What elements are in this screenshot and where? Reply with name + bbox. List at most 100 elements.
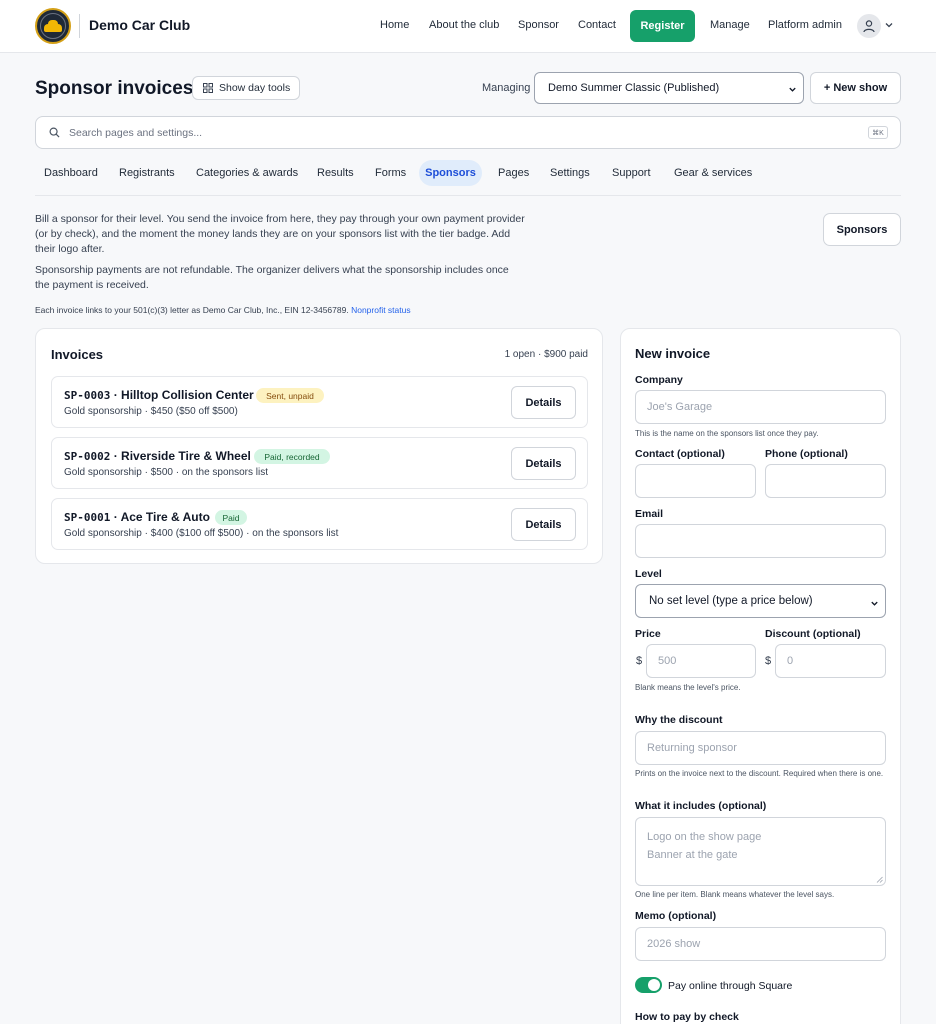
phone-input[interactable] [765, 464, 886, 498]
invoices-summary: 1 open · $900 paid [504, 349, 588, 360]
discount-input[interactable]: 0 [775, 644, 886, 678]
nav-contact[interactable]: Contact [578, 19, 616, 31]
nav-about[interactable]: About the club [429, 19, 499, 31]
company-help: This is the name on the sponsors list on… [635, 429, 819, 438]
search-input[interactable]: Search pages and settings... [69, 127, 202, 139]
contact-label: Contact (optional) [635, 448, 725, 460]
show-day-tools-label: Show day tools [219, 82, 291, 94]
page-title: Sponsor invoices [35, 78, 194, 99]
invoice-company: Riverside Tire & Wheel [121, 449, 251, 463]
nav-sponsor[interactable]: Sponsor [518, 19, 559, 31]
search-bar[interactable]: Search pages and settings... ⌘K [35, 116, 901, 149]
tab-forms[interactable]: Forms [375, 167, 406, 179]
show-select-value: Demo Summer Classic (Published) [548, 82, 720, 94]
company-label: Company [635, 374, 683, 386]
user-icon [863, 20, 875, 33]
invoice-number: SP-0003 [64, 389, 111, 402]
invoice-heading: SP-0003 · Hilltop Collision Center [64, 388, 254, 402]
show-day-tools-button[interactable]: Show day tools [192, 76, 300, 100]
contact-input[interactable] [635, 464, 756, 498]
invoice-row[interactable]: SP-0003 · Hilltop Collision Center Sent,… [51, 376, 588, 428]
level-select[interactable]: No set level (type a price below) [635, 584, 886, 618]
intro-text: Bill a sponsor for their level. You send… [35, 213, 525, 255]
why-discount-input[interactable]: Returning sponsor [635, 731, 886, 765]
why-discount-label: Why the discount [635, 714, 723, 726]
shortcut-hint: ⌘K [868, 126, 888, 139]
tab-gear-services[interactable]: Gear & services [674, 167, 752, 179]
details-button[interactable]: Details [511, 508, 576, 541]
nonprofit-status-link[interactable]: Nonprofit status [351, 305, 411, 315]
invoices-title: Invoices [51, 347, 104, 362]
new-invoice-title: New invoice [635, 346, 711, 361]
club-logo[interactable] [35, 8, 71, 44]
brand-divider [79, 14, 80, 38]
invoice-heading: SP-0001 · Ace Tire & Auto [64, 510, 210, 524]
nav-home[interactable]: Home [380, 19, 409, 31]
discount-label: Discount (optional) [765, 628, 861, 640]
invoice-detail: Gold sponsorship · $400 ($100 off $500) … [64, 528, 339, 539]
chevron-down-icon[interactable] [884, 20, 894, 30]
email-input[interactable] [635, 524, 886, 558]
invoices-card: Invoices 1 open · $900 paid SP-0003 · Hi… [35, 328, 603, 564]
why-discount-help: Prints on the invoice next to the discou… [635, 769, 884, 778]
includes-placeholder-line: Banner at the gate [647, 849, 738, 861]
nav-manage[interactable]: Manage [710, 19, 750, 31]
details-button[interactable]: Details [511, 447, 576, 480]
invoice-row[interactable]: SP-0002 · Riverside Tire & Wheel Paid, r… [51, 437, 588, 489]
chevron-down-icon [871, 601, 878, 606]
car-icon [44, 20, 62, 32]
invoice-company: Ace Tire & Auto [120, 510, 210, 524]
price-help: Blank means the level's price. [635, 683, 741, 692]
pay-online-label: Pay online through Square [668, 980, 793, 992]
nav-platform-admin[interactable]: Platform admin [768, 19, 842, 31]
resize-handle-icon[interactable] [876, 876, 883, 883]
tabs-divider [35, 195, 901, 196]
managing-label: Managing [482, 82, 531, 94]
invoice-number: SP-0002 [64, 450, 111, 463]
tab-registrants[interactable]: Registrants [119, 167, 175, 179]
status-badge: Paid [215, 510, 247, 525]
tab-settings[interactable]: Settings [550, 167, 590, 179]
tab-dashboard[interactable]: Dashboard [44, 167, 98, 179]
price-label: Price [635, 628, 661, 640]
sponsors-button[interactable]: Sponsors [823, 213, 901, 246]
tab-support[interactable]: Support [612, 167, 651, 179]
register-button[interactable]: Register [630, 10, 695, 42]
show-select[interactable]: Demo Summer Classic (Published) [534, 72, 804, 104]
search-icon [49, 127, 60, 138]
level-select-value: No set level (type a price below) [649, 595, 813, 607]
user-avatar[interactable] [857, 14, 881, 38]
invoice-number: SP-0001 [64, 511, 111, 524]
company-input[interactable]: Joe's Garage [635, 390, 886, 424]
invoice-heading: SP-0002 · Riverside Tire & Wheel [64, 449, 251, 463]
tab-pages[interactable]: Pages [498, 167, 529, 179]
includes-placeholder-line: Logo on the show page [647, 831, 762, 843]
tab-sponsors[interactable]: Sponsors [419, 160, 482, 186]
price-currency: $ [636, 655, 643, 667]
invoice-detail: Gold sponsorship · $450 ($50 off $500) [64, 406, 238, 417]
includes-label: What it includes (optional) [635, 800, 767, 812]
brand-name[interactable]: Demo Car Club [89, 17, 190, 33]
includes-textarea[interactable]: Logo on the show page Banner at the gate [635, 817, 886, 886]
price-input[interactable]: 500 [646, 644, 756, 678]
details-button[interactable]: Details [511, 386, 576, 419]
invoice-row[interactable]: SP-0001 · Ace Tire & Auto Paid Gold spon… [51, 498, 588, 550]
includes-help: One line per item. Blank means whatever … [635, 890, 835, 899]
phone-label: Phone (optional) [765, 448, 848, 460]
email-label: Email [635, 508, 664, 520]
status-badge: Sent, unpaid [256, 388, 324, 403]
invoice-detail: Gold sponsorship · $500 · on the sponsor… [64, 467, 268, 478]
chevron-down-icon [789, 87, 796, 92]
grid-icon [203, 83, 213, 93]
level-label: Level [635, 568, 662, 580]
top-bar: Demo Car Club Home About the club Sponso… [0, 0, 936, 53]
nonprofit-note: Each invoice links to your 501(c)(3) let… [35, 305, 411, 315]
tab-results[interactable]: Results [317, 167, 354, 179]
memo-input[interactable]: 2026 show [635, 927, 886, 961]
memo-label: Memo (optional) [635, 910, 717, 922]
nonprofit-note-text: Each invoice links to your 501(c)(3) let… [35, 305, 349, 315]
tab-categories-awards[interactable]: Categories & awards [196, 167, 298, 179]
refund-note: Sponsorship payments are not refundable.… [35, 264, 509, 291]
pay-online-toggle[interactable] [635, 977, 662, 993]
new-show-button[interactable]: + New show [810, 72, 901, 104]
